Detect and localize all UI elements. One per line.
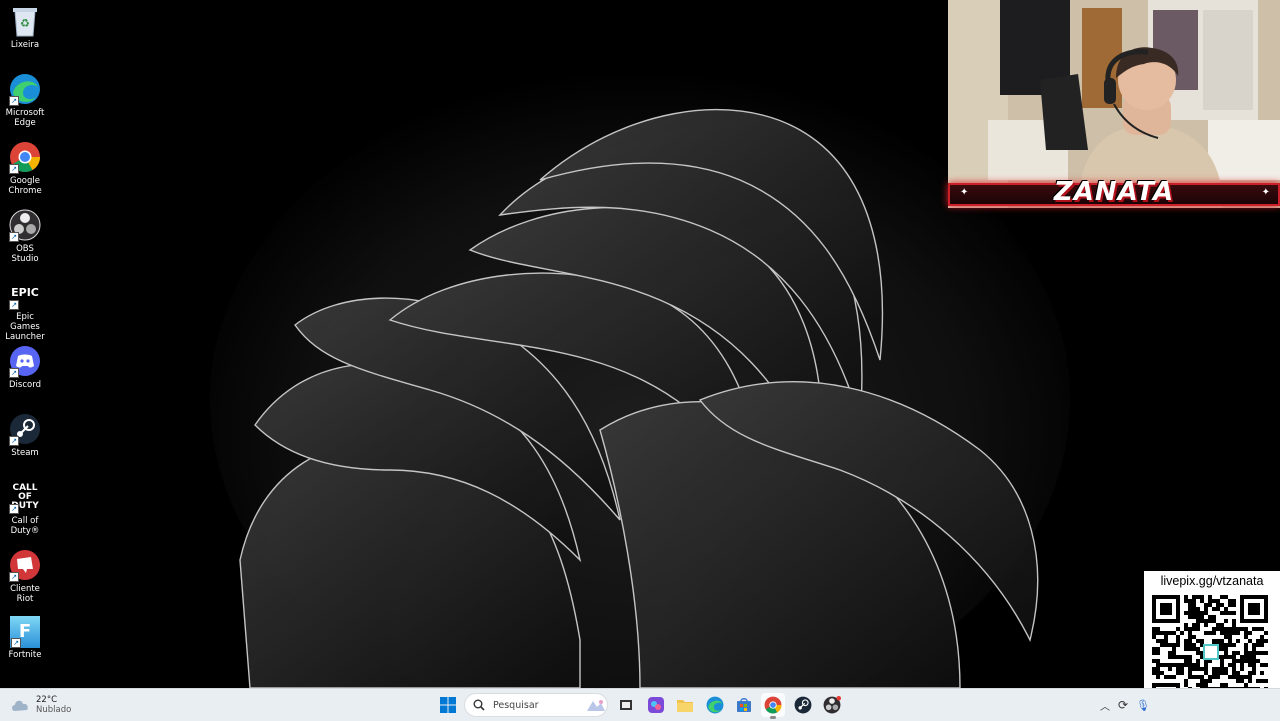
- weather-widget[interactable]: 22°C Nublado: [10, 693, 71, 717]
- desktop-icon-steam[interactable]: ↗ Steam: [0, 408, 50, 458]
- sparkle-icon: ✦: [1261, 187, 1270, 198]
- desktop-icon-discord[interactable]: ↗ Discord: [0, 340, 50, 390]
- system-tray: ︿ ⟳ 🎙: [1100, 693, 1150, 717]
- steam-taskbar-button[interactable]: [791, 693, 815, 717]
- desktop-icon-fortnite[interactable]: F ↗ Fortnite: [0, 612, 50, 660]
- streamer-name: ZANATA: [1053, 177, 1175, 207]
- desktop-icon-chrome[interactable]: ↗ Google Chrome: [0, 136, 50, 196]
- edge-taskbar-button[interactable]: [703, 693, 727, 717]
- windows-start-icon: [440, 697, 456, 713]
- discord-icon: ↗: [8, 344, 42, 378]
- desktop-icon-label: Discord: [9, 380, 41, 390]
- obs-icon: [823, 696, 841, 714]
- taskbar-search[interactable]: [464, 693, 608, 717]
- weather-condition: Nublado: [36, 705, 72, 715]
- call-of-duty-icon: CALL OF DUTY ↗: [8, 480, 42, 514]
- start-button[interactable]: [436, 693, 460, 717]
- search-highlight-icon: [587, 700, 605, 711]
- sync-icon[interactable]: ⟳: [1118, 698, 1128, 712]
- webcam-name-bar: ✦ ZANATA ✦: [948, 177, 1280, 207]
- obs-taskbar-button[interactable]: [820, 693, 844, 717]
- microphone-icon[interactable]: 🎙: [1136, 699, 1150, 712]
- desktop-icon-label: Microsoft Edge: [5, 108, 45, 128]
- desktop-icon-call-of-duty[interactable]: CALL OF DUTY ↗ Call of Duty®: [0, 476, 50, 536]
- file-explorer-icon: [677, 700, 693, 712]
- task-view-button[interactable]: [614, 693, 638, 717]
- weather-temp: 22°C: [36, 695, 58, 705]
- edge-icon: [706, 696, 724, 714]
- obs-icon: ↗: [8, 208, 42, 242]
- copilot-icon: [648, 697, 664, 713]
- steam-icon: ↗: [8, 412, 42, 446]
- store-icon: [737, 698, 751, 712]
- file-explorer-button[interactable]: [673, 693, 697, 717]
- epic-games-icon: EPIC ↗: [8, 276, 42, 310]
- desktop-icon-edge[interactable]: ↗ Microsoft Edge: [0, 68, 50, 128]
- chrome-taskbar-button[interactable]: [761, 693, 785, 719]
- desktop-icon-label: Google Chrome: [8, 176, 42, 196]
- desktop-icon-recycle-bin[interactable]: ♻ Lixeira: [0, 0, 50, 50]
- task-view-icon: [620, 700, 632, 710]
- taskbar: 22°C Nublado ︿ ⟳ 🎙: [0, 688, 1280, 721]
- store-button[interactable]: [732, 693, 756, 717]
- chrome-icon: [764, 696, 782, 714]
- desktop-icon-label: Steam: [11, 448, 39, 458]
- desktop-icon-label: Lixeira: [10, 40, 40, 50]
- edge-icon: ↗: [8, 72, 42, 106]
- desktop-icon-label: OBS Studio: [11, 244, 39, 264]
- desktop-icon-epic-games[interactable]: EPIC ↗ Epic Games Launcher: [0, 272, 50, 342]
- desktop-icon-riot[interactable]: ↗ Cliente Riot: [0, 544, 50, 604]
- search-icon: [473, 699, 485, 711]
- copilot-button[interactable]: [644, 693, 668, 717]
- chrome-icon: ↗: [8, 140, 42, 174]
- cloud-icon: [12, 700, 28, 711]
- desktop-icon-label: Call of Duty®: [10, 516, 40, 536]
- riot-icon: ↗: [8, 548, 42, 582]
- chevron-up-icon[interactable]: ︿: [1100, 698, 1110, 713]
- recycle-bin-icon: ♻: [8, 4, 42, 38]
- desktop-icon-label: Epic Games Launcher: [5, 312, 45, 342]
- desktop-icon-label: Fortnite: [8, 650, 42, 660]
- steam-icon: [794, 696, 812, 714]
- desktop-icon-label: Cliente Riot: [10, 584, 40, 604]
- fortnite-icon: F ↗: [10, 616, 40, 648]
- donation-link: livepix.gg/vtzanata: [1160, 574, 1264, 588]
- desktop-icon-obs[interactable]: ↗ OBS Studio: [0, 204, 50, 264]
- svg-text:♻: ♻: [20, 17, 30, 30]
- search-input[interactable]: [491, 698, 585, 712]
